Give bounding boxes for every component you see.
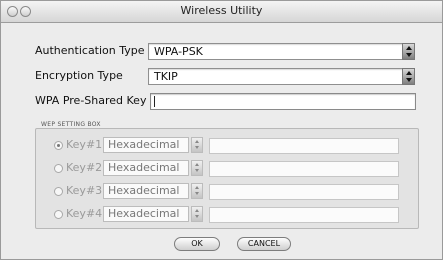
key2-format-select[interactable]: Hexadecimal — [103, 160, 189, 176]
key4-input[interactable] — [209, 207, 399, 223]
key3-radio[interactable] — [54, 187, 63, 196]
chevron-updown-icon[interactable] — [402, 68, 415, 85]
title-bar: Wireless Utility — [1, 1, 442, 23]
key4-label: Key#4 — [66, 207, 103, 220]
key3-format-select[interactable]: Hexadecimal — [103, 183, 189, 199]
key1-format-select[interactable]: Hexadecimal — [103, 137, 189, 153]
key1-input[interactable] — [209, 138, 399, 154]
encryption-type-label: Encryption Type — [35, 69, 123, 82]
authentication-type-value: WPA-PSK — [154, 45, 203, 58]
authentication-type-select[interactable]: WPA-PSK — [148, 43, 415, 60]
key3-format-chevron-icon[interactable] — [191, 183, 203, 199]
key2-radio[interactable] — [54, 164, 63, 173]
wpa-key-label: WPA Pre-Shared Key — [35, 94, 147, 107]
ok-button[interactable]: OK — [174, 237, 220, 251]
cancel-button[interactable]: CANCEL — [237, 237, 291, 251]
encryption-type-select[interactable]: TKIP — [148, 68, 415, 85]
key2-input[interactable] — [209, 161, 399, 177]
key2-format-chevron-icon[interactable] — [191, 160, 203, 176]
text-cursor — [154, 96, 155, 107]
wireless-utility-window: Wireless Utility Authentication Type WPA… — [0, 0, 443, 260]
window-title: Wireless Utility — [180, 4, 263, 17]
key1-radio[interactable] — [54, 141, 63, 150]
key4-radio[interactable] — [54, 210, 63, 219]
key3-label: Key#3 — [66, 184, 103, 197]
key2-label: Key#2 — [66, 161, 103, 174]
key3-input[interactable] — [209, 184, 399, 200]
key4-format-chevron-icon[interactable] — [191, 206, 203, 222]
key1-format-chevron-icon[interactable] — [191, 137, 203, 153]
encryption-type-value: TKIP — [154, 70, 178, 83]
wep-setting-box-label: WEP SETTING BOX — [41, 121, 101, 128]
wpa-key-input[interactable] — [150, 93, 416, 110]
key1-label: Key#1 — [66, 138, 103, 151]
chevron-updown-icon[interactable] — [402, 43, 415, 60]
authentication-type-label: Authentication Type — [35, 44, 145, 57]
key4-format-select[interactable]: Hexadecimal — [103, 206, 189, 222]
